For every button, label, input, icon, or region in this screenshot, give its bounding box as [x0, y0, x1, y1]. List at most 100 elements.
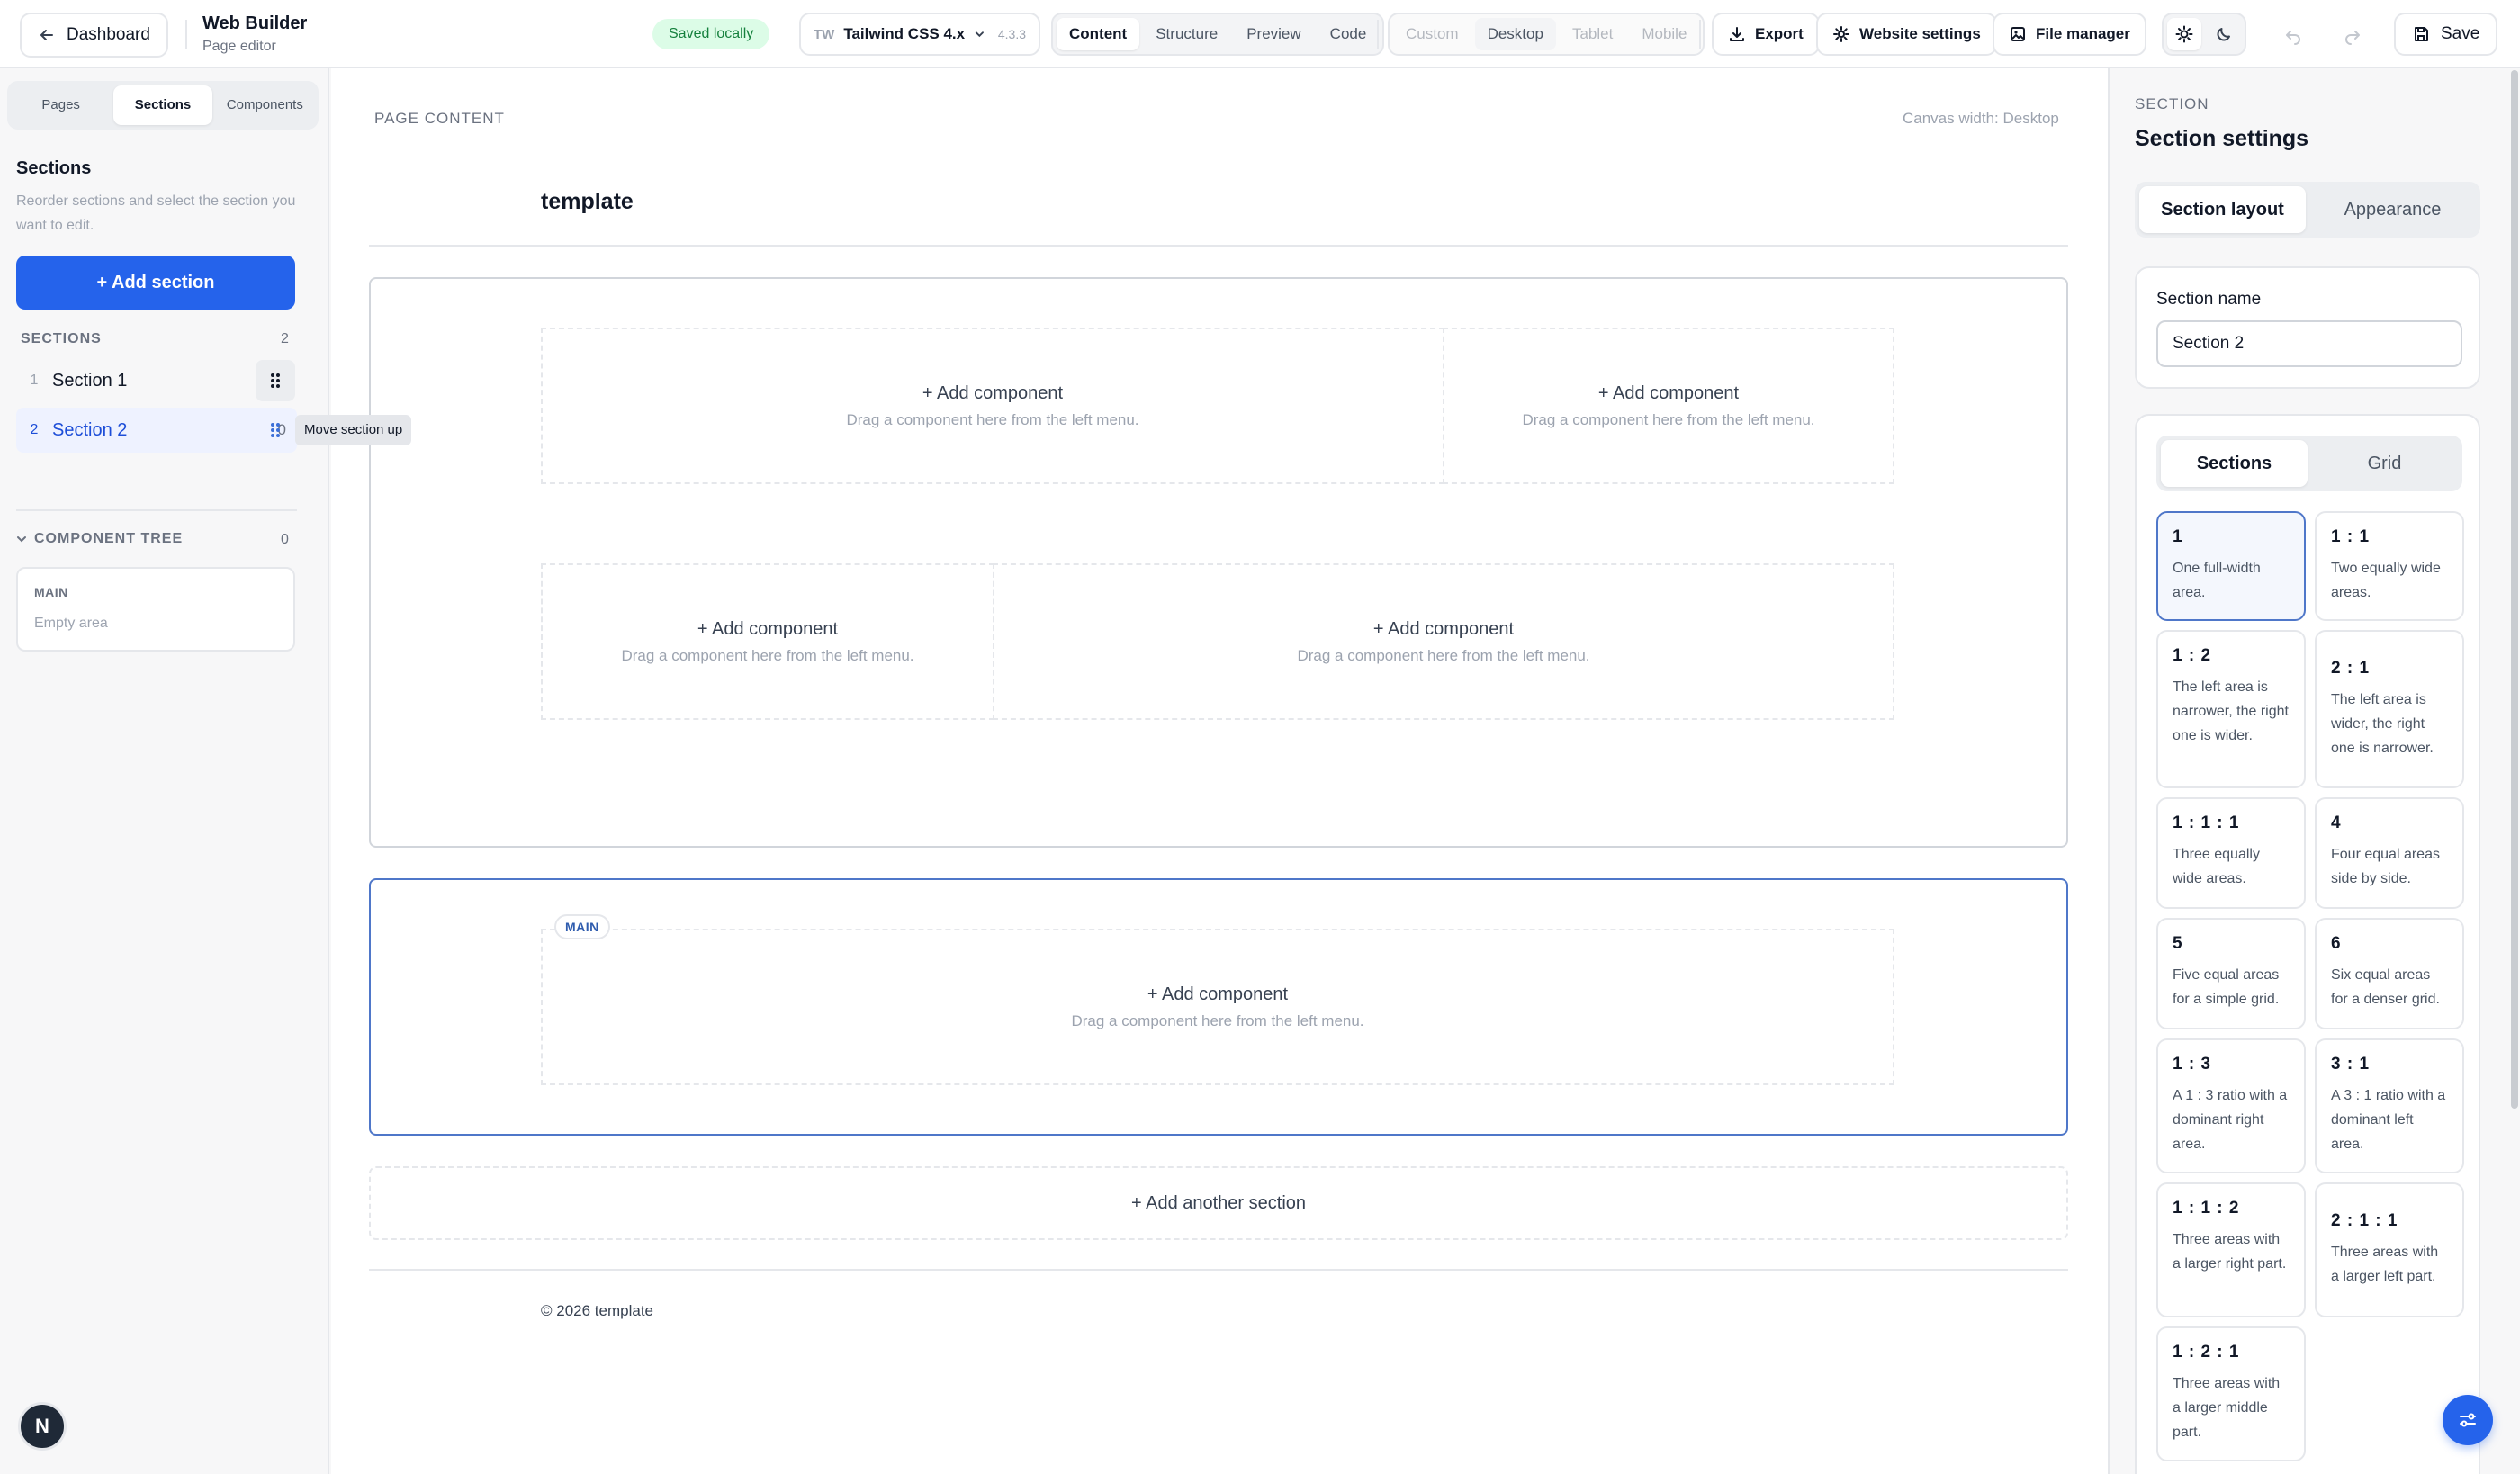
tab-sections[interactable]: Sections: [113, 85, 212, 125]
drop-zone[interactable]: + Add component Drag a component here fr…: [541, 563, 994, 720]
layout-option[interactable]: 2 : 1 : 1 Three areas with a larger left…: [2315, 1182, 2464, 1317]
section-2-frame[interactable]: MAIN + Add component Drag a component he…: [369, 878, 2068, 1136]
file-manager-button[interactable]: File manager: [1993, 13, 2146, 56]
add-component-label: + Add component: [697, 618, 839, 639]
device-tablet[interactable]: Tablet: [1560, 18, 1625, 50]
drag-handle-section-2[interactable]: [256, 409, 295, 451]
framework-select[interactable]: TW Tailwind CSS 4.x 4.3.3: [799, 13, 1040, 56]
header-divider: [369, 245, 2068, 247]
layout-option[interactable]: 1 : 2 The left area is narrower, the rig…: [2156, 630, 2306, 788]
view-mode-switch: Content Structure Preview Code: [1051, 13, 1385, 56]
chevron-down-icon: [975, 31, 985, 38]
save-icon: [2415, 27, 2428, 41]
layout-ratio: 1 : 1 : 2: [2173, 1199, 2240, 1218]
back-to-dashboard-button[interactable]: Dashboard: [20, 13, 168, 58]
view-mode-code[interactable]: Code: [1318, 18, 1380, 50]
framework-name: Tailwind CSS 4.x: [843, 25, 966, 42]
save-label: Save: [2441, 24, 2480, 43]
layout-option[interactable]: 1 : 1 : 2 Three areas with a larger righ…: [2156, 1182, 2306, 1317]
add-another-section-label: + Add another section: [1130, 1192, 1307, 1213]
view-mode-content[interactable]: Content: [1057, 18, 1140, 50]
layout-option[interactable]: 2 : 1 The left area is wider, the right …: [2315, 630, 2464, 788]
drop-zone[interactable]: + Add component Drag a component here fr…: [541, 328, 1444, 484]
page-canvas: PAGE CONTENT Canvas width: Desktop templ…: [331, 68, 2108, 1474]
layout-option[interactable]: 1 One full-width area.: [2156, 511, 2306, 621]
add-section-label: + Add section: [96, 273, 215, 292]
panel-title: Section settings: [2135, 126, 2309, 151]
add-component-label: + Add component: [922, 382, 1064, 403]
layout-option[interactable]: 1 : 1 Two equally wide areas.: [2315, 511, 2464, 621]
divider: [185, 20, 187, 49]
drop-zone[interactable]: + Add component Drag a component here fr…: [1443, 328, 1894, 484]
device-mobile[interactable]: Mobile: [1629, 18, 1699, 50]
saved-status-text: Saved locally: [669, 26, 754, 41]
undo-icon: [2286, 31, 2300, 45]
settings-tabs: Section layout Appearance: [2135, 182, 2480, 238]
component-tree-area: MAIN Empty area: [16, 567, 295, 652]
top-toolbar: Dashboard Web Builder Page editor Saved …: [0, 0, 2520, 68]
layout-ratio: 2 : 1: [2331, 659, 2371, 678]
section-number: 1: [30, 373, 39, 388]
website-settings-label: Website settings: [1859, 25, 1981, 42]
user-avatar[interactable]: N: [18, 1402, 67, 1451]
save-button[interactable]: Save: [2394, 13, 2498, 56]
layout-option[interactable]: 5 Five equal areas for a simple grid.: [2156, 918, 2306, 1029]
add-component-label: + Add component: [1372, 618, 1515, 639]
layout-description: Three areas with a larger middle part.: [2173, 1376, 2281, 1440]
section-1-frame[interactable]: + Add component Drag a component here fr…: [369, 277, 2068, 848]
dark-theme-button[interactable]: [2207, 18, 2241, 50]
tab-layout-sections[interactable]: Sections: [2161, 440, 2308, 487]
layout-option[interactable]: 6 Six equal areas for a denser grid.: [2315, 918, 2464, 1029]
settings-fab-button[interactable]: [2443, 1395, 2493, 1445]
add-another-section-button[interactable]: + Add another section: [369, 1166, 2068, 1240]
layout-ratio: 1 : 1: [2331, 527, 2371, 546]
drag-handle-section-1[interactable]: [256, 360, 295, 401]
add-component-hint: Drag a component here from the left menu…: [1297, 646, 1590, 664]
layout-description: Three equally wide areas.: [2173, 847, 2260, 886]
layout-card: Sections Grid 1 One full-width area. 1 :…: [2135, 414, 2480, 1474]
theme-switch: [2162, 13, 2246, 56]
tab-pages[interactable]: Pages: [12, 85, 110, 125]
gear-icon: [1833, 26, 1850, 42]
layout-option[interactable]: 3 : 1 A 3 : 1 ratio with a dominant left…: [2315, 1038, 2464, 1173]
drop-zone[interactable]: + Add component Drag a component here fr…: [993, 563, 1894, 720]
image-icon: [2011, 27, 2025, 41]
panel-scrollbar[interactable]: [2511, 70, 2518, 1109]
add-component-label: + Add component: [1598, 382, 1740, 403]
export-button[interactable]: Export: [1712, 13, 1820, 56]
layout-ratio: 1: [2173, 527, 2183, 546]
website-settings-button[interactable]: Website settings: [1816, 13, 1997, 56]
layout-description: Six equal areas for a denser grid.: [2331, 967, 2440, 1007]
tab-components[interactable]: Components: [216, 85, 314, 125]
layout-ratio: 2 : 1 : 1: [2331, 1211, 2398, 1230]
device-desktop[interactable]: Desktop: [1474, 18, 1556, 50]
device-custom[interactable]: Custom: [1393, 18, 1472, 50]
component-tree-toggle[interactable]: COMPONENT TREE: [16, 531, 183, 547]
drop-zone[interactable]: + Add component Drag a component here fr…: [541, 929, 1894, 1085]
redo-button[interactable]: [2336, 20, 2369, 52]
layout-description: Four equal areas side by side.: [2331, 847, 2440, 886]
main-badge-text: MAIN: [565, 920, 599, 934]
tab-section-layout[interactable]: Section layout: [2139, 186, 2306, 233]
view-mode-preview[interactable]: Preview: [1234, 18, 1313, 50]
view-mode-structure[interactable]: Structure: [1143, 18, 1230, 50]
layout-description: A 3 : 1 ratio with a dominant left area.: [2331, 1088, 2446, 1152]
page-content-label: PAGE CONTENT: [374, 110, 505, 127]
arrow-left-icon: [40, 30, 53, 40]
footer-text[interactable]: © 2026 template: [541, 1302, 653, 1320]
section-name-input[interactable]: [2156, 320, 2462, 367]
layout-ratio: 5: [2173, 934, 2183, 953]
layout-option[interactable]: 1 : 3 A 1 : 3 ratio with a dominant righ…: [2156, 1038, 2306, 1173]
layout-option[interactable]: 1 : 1 : 1 Three equally wide areas.: [2156, 797, 2306, 909]
layout-option[interactable]: 4 Four equal areas side by side.: [2315, 797, 2464, 909]
add-section-button[interactable]: + Add section: [16, 256, 295, 310]
layout-option[interactable]: 1 : 2 : 1 Three areas with a larger midd…: [2156, 1326, 2306, 1461]
layout-description: The left area is wider, the right one is…: [2331, 692, 2434, 756]
site-header-title[interactable]: template: [541, 189, 634, 215]
grip-icon: [271, 423, 280, 437]
light-theme-button[interactable]: [2167, 18, 2201, 50]
tab-appearance[interactable]: Appearance: [2309, 186, 2476, 233]
tab-layout-grid[interactable]: Grid: [2311, 440, 2458, 487]
undo-button[interactable]: [2277, 20, 2309, 52]
add-component-hint: Drag a component here from the left menu…: [1071, 1011, 1364, 1029]
